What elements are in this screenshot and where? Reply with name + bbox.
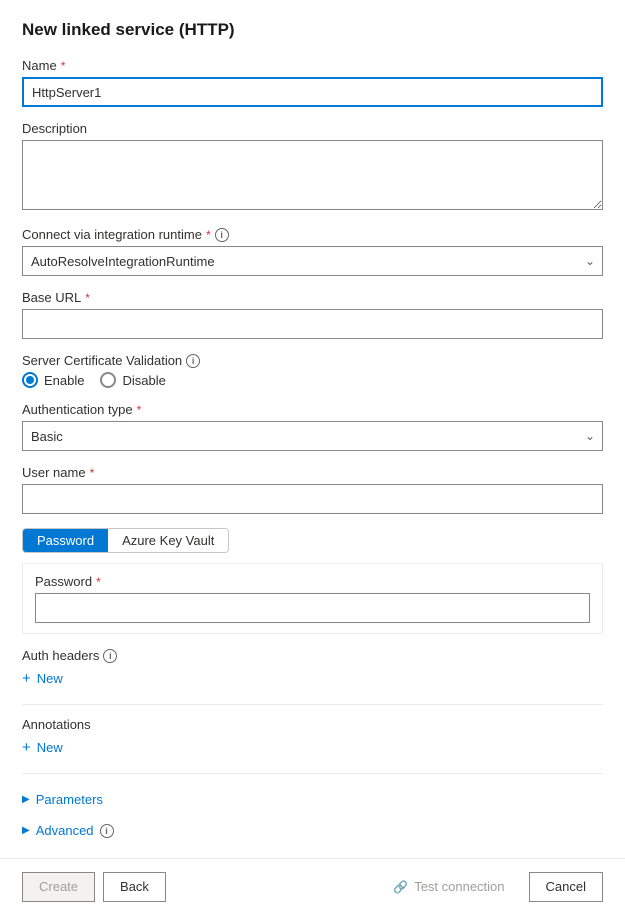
description-label: Description (22, 121, 603, 136)
password-tab[interactable]: Password (23, 529, 108, 552)
auth-select-wrapper: Basic ⌄ (22, 421, 603, 451)
annotations-group: Annotations + New (22, 717, 603, 759)
description-input[interactable] (22, 140, 603, 210)
baseurl-field-group: Base URL * (22, 290, 603, 339)
test-connection-button: 🔗 Test connection (377, 872, 520, 902)
advanced-header[interactable]: ▶ Advanced i (22, 817, 603, 844)
cancel-button[interactable]: Cancel (529, 872, 603, 902)
auth-required: * (137, 403, 142, 417)
parameters-header[interactable]: ▶ Parameters (22, 786, 603, 813)
runtime-select-wrapper: AutoResolveIntegrationRuntime ⌄ (22, 246, 603, 276)
divider-1 (22, 704, 603, 705)
parameters-section: ▶ Parameters (22, 786, 603, 813)
cert-enable-radio[interactable]: Enable (22, 372, 84, 388)
username-field-group: User name * (22, 465, 603, 514)
baseurl-input[interactable] (22, 309, 603, 339)
annotations-label: Annotations (22, 717, 603, 732)
advanced-label: Advanced (36, 823, 94, 838)
username-label: User name * (22, 465, 603, 480)
auth-headers-info-icon[interactable]: i (103, 649, 117, 663)
username-required: * (90, 466, 95, 480)
add-auth-header-plus-icon: + (22, 671, 31, 686)
name-required: * (61, 59, 66, 73)
advanced-info-icon[interactable]: i (100, 824, 114, 838)
auth-type-label: Authentication type * (22, 402, 603, 417)
description-field-group: Description (22, 121, 603, 213)
cert-disable-radio[interactable]: Disable (100, 372, 165, 388)
back-button[interactable]: Back (103, 872, 166, 902)
add-annotation-button[interactable]: + New (22, 736, 63, 759)
cert-label: Server Certificate Validation i (22, 353, 603, 368)
baseurl-required: * (85, 291, 90, 305)
cert-validation-group: Server Certificate Validation i Enable D… (22, 353, 603, 388)
runtime-label: Connect via integration runtime * i (22, 227, 603, 242)
runtime-field-group: Connect via integration runtime * i Auto… (22, 227, 603, 276)
test-connection-icon: 🔗 (393, 880, 408, 894)
parameters-chevron-icon: ▶ (22, 794, 30, 805)
password-section-group: Password Azure Key Vault Password * (22, 528, 603, 634)
password-section: Password * (22, 563, 603, 634)
footer-bar: Create Back 🔗 Test connection Cancel (0, 858, 625, 914)
create-button: Create (22, 872, 95, 902)
auth-type-select[interactable]: Basic (22, 421, 603, 451)
advanced-chevron-icon: ▶ (22, 825, 30, 836)
password-label: Password * (35, 574, 590, 589)
cert-radio-group: Enable Disable (22, 372, 603, 388)
azure-key-vault-tab[interactable]: Azure Key Vault (108, 529, 228, 552)
baseurl-label: Base URL * (22, 290, 603, 305)
name-label: Name * (22, 58, 603, 73)
cert-disable-circle (100, 372, 116, 388)
auth-headers-group: Auth headers i + New (22, 648, 603, 690)
name-input[interactable] (22, 77, 603, 107)
password-required: * (96, 575, 101, 589)
cert-enable-label: Enable (44, 373, 84, 388)
add-auth-header-button[interactable]: + New (22, 667, 63, 690)
parameters-label: Parameters (36, 792, 103, 807)
password-tab-toggle: Password Azure Key Vault (22, 528, 229, 553)
add-annotation-plus-icon: + (22, 740, 31, 755)
page-title: New linked service (HTTP) (22, 20, 603, 40)
cert-disable-label: Disable (122, 373, 165, 388)
username-input[interactable] (22, 484, 603, 514)
cert-enable-dot (26, 376, 34, 384)
runtime-required: * (206, 228, 211, 242)
password-input[interactable] (35, 593, 590, 623)
auth-headers-label: Auth headers i (22, 648, 603, 663)
divider-2 (22, 773, 603, 774)
cert-info-icon[interactable]: i (186, 354, 200, 368)
runtime-select[interactable]: AutoResolveIntegrationRuntime (22, 246, 603, 276)
auth-type-group: Authentication type * Basic ⌄ (22, 402, 603, 451)
cert-enable-circle (22, 372, 38, 388)
runtime-info-icon[interactable]: i (215, 228, 229, 242)
advanced-section: ▶ Advanced i (22, 817, 603, 844)
name-field-group: Name * (22, 58, 603, 107)
